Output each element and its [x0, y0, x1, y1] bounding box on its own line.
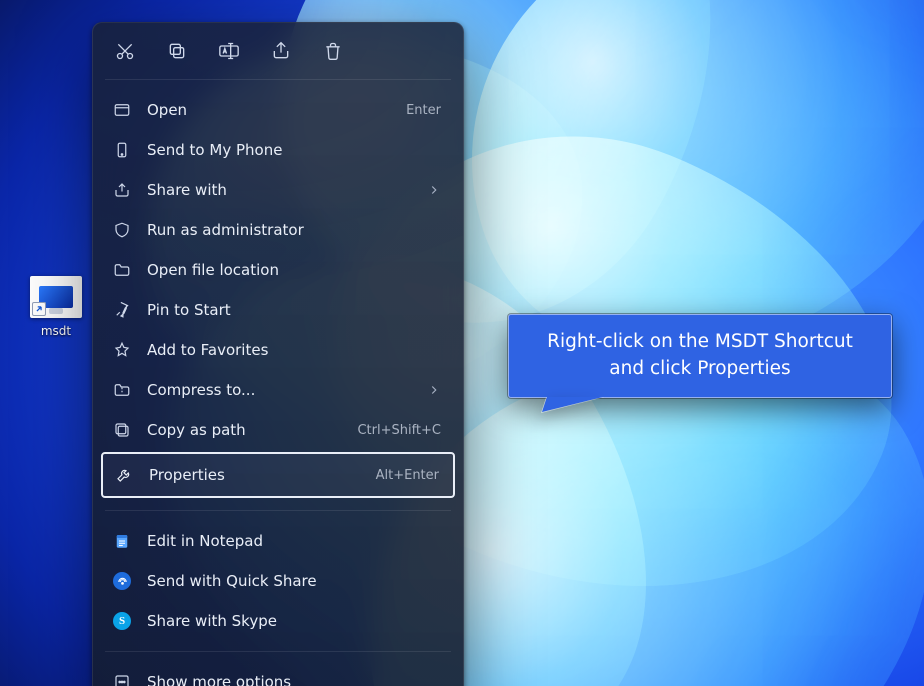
- menu-open[interactable]: Open Enter: [101, 90, 455, 130]
- menu-copy-as-path[interactable]: Copy as path Ctrl+Shift+C: [101, 410, 455, 450]
- menu-label: Share with: [147, 181, 427, 199]
- menu-label: Show more options: [147, 673, 441, 686]
- rename-icon[interactable]: [217, 39, 241, 63]
- shortcut-thumbnail: [30, 276, 82, 318]
- menu-label: Edit in Notepad: [147, 532, 441, 550]
- menu-accel: Alt+Enter: [376, 468, 439, 483]
- cut-icon[interactable]: [113, 39, 137, 63]
- copy-icon[interactable]: [165, 39, 189, 63]
- more-icon: [111, 671, 133, 686]
- separator: [105, 79, 451, 80]
- menu-run-as-administrator[interactable]: Run as administrator: [101, 210, 455, 250]
- notepad-icon: [111, 530, 133, 552]
- share-icon[interactable]: [269, 39, 293, 63]
- menu-label: Add to Favorites: [147, 341, 441, 359]
- archive-icon: [111, 379, 133, 401]
- menu-label: Compress to...: [147, 381, 427, 399]
- separator: [105, 510, 451, 511]
- skype-icon: S: [111, 610, 133, 632]
- share-with-icon: [111, 179, 133, 201]
- menu-label: Send to My Phone: [147, 141, 441, 159]
- menu-accel: Enter: [406, 103, 441, 118]
- folder-icon: [111, 259, 133, 281]
- menu-send-with-quick-share[interactable]: Send with Quick Share: [101, 561, 455, 601]
- context-menu: Open Enter Send to My Phone Share with: [92, 22, 464, 686]
- callout-line1: Right-click on the MSDT Shortcut: [527, 329, 873, 356]
- menu-label: Copy as path: [147, 421, 357, 439]
- shortcut-overlay-icon: [32, 302, 46, 316]
- menu-share-with[interactable]: Share with: [101, 170, 455, 210]
- menu-compress-to[interactable]: Compress to...: [101, 370, 455, 410]
- menu-send-to-my-phone[interactable]: Send to My Phone: [101, 130, 455, 170]
- context-toolbar: [93, 23, 463, 73]
- menu-label: Send with Quick Share: [147, 572, 441, 590]
- menu-add-to-favorites[interactable]: Add to Favorites: [101, 330, 455, 370]
- menu-label: Open: [147, 101, 406, 119]
- menu-label: Open file location: [147, 261, 441, 279]
- shortcut-label: msdt: [24, 324, 88, 338]
- menu-share-with-skype[interactable]: S Share with Skype: [101, 601, 455, 641]
- copy-path-icon: [111, 419, 133, 441]
- menu-properties[interactable]: Properties Alt+Enter: [101, 452, 455, 498]
- open-icon: [111, 99, 133, 121]
- phone-icon: [111, 139, 133, 161]
- menu-pin-to-start[interactable]: Pin to Start: [101, 290, 455, 330]
- menu-label: Pin to Start: [147, 301, 441, 319]
- instruction-callout: Right-click on the MSDT Shortcut and cli…: [508, 314, 892, 398]
- quick-share-icon: [111, 570, 133, 592]
- separator: [105, 651, 451, 652]
- chevron-right-icon: [427, 183, 441, 197]
- menu-edit-in-notepad[interactable]: Edit in Notepad: [101, 521, 455, 561]
- menu-label: Share with Skype: [147, 612, 441, 630]
- menu-label: Run as administrator: [147, 221, 441, 239]
- chevron-right-icon: [427, 383, 441, 397]
- shield-icon: [111, 219, 133, 241]
- menu-open-file-location[interactable]: Open file location: [101, 250, 455, 290]
- callout-line2: and click Properties: [527, 356, 873, 383]
- pin-icon: [111, 299, 133, 321]
- delete-icon[interactable]: [321, 39, 345, 63]
- menu-label: Properties: [149, 466, 376, 484]
- wrench-icon: [113, 464, 135, 486]
- star-icon: [111, 339, 133, 361]
- menu-show-more-options[interactable]: Show more options: [101, 662, 455, 686]
- shortcut-msdt[interactable]: msdt: [24, 276, 88, 338]
- menu-accel: Ctrl+Shift+C: [357, 423, 441, 438]
